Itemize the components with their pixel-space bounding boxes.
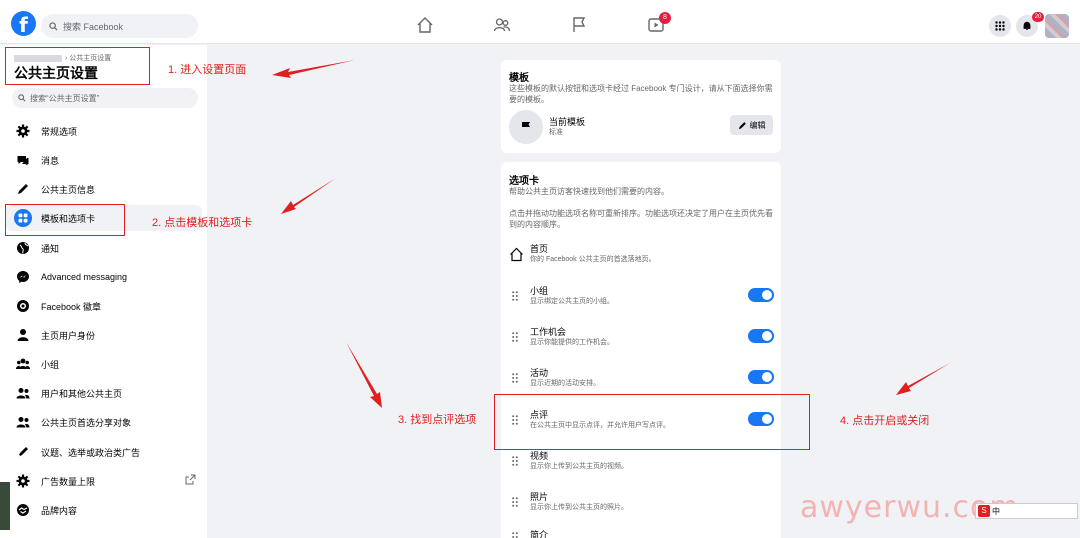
annotation-arrow-4: [896, 363, 950, 395]
ime-logo-icon: S: [978, 505, 990, 517]
ime-mode-label: 中: [992, 506, 1000, 516]
ime-toolbar[interactable]: S 中: [975, 503, 1078, 519]
annotation-arrow-2: [281, 178, 336, 214]
annotation-arrows: [272, 60, 950, 408]
left-edge-strip: [0, 482, 10, 530]
annotation-arrow-3: [346, 342, 382, 408]
annotation-arrow-1: [272, 60, 355, 78]
